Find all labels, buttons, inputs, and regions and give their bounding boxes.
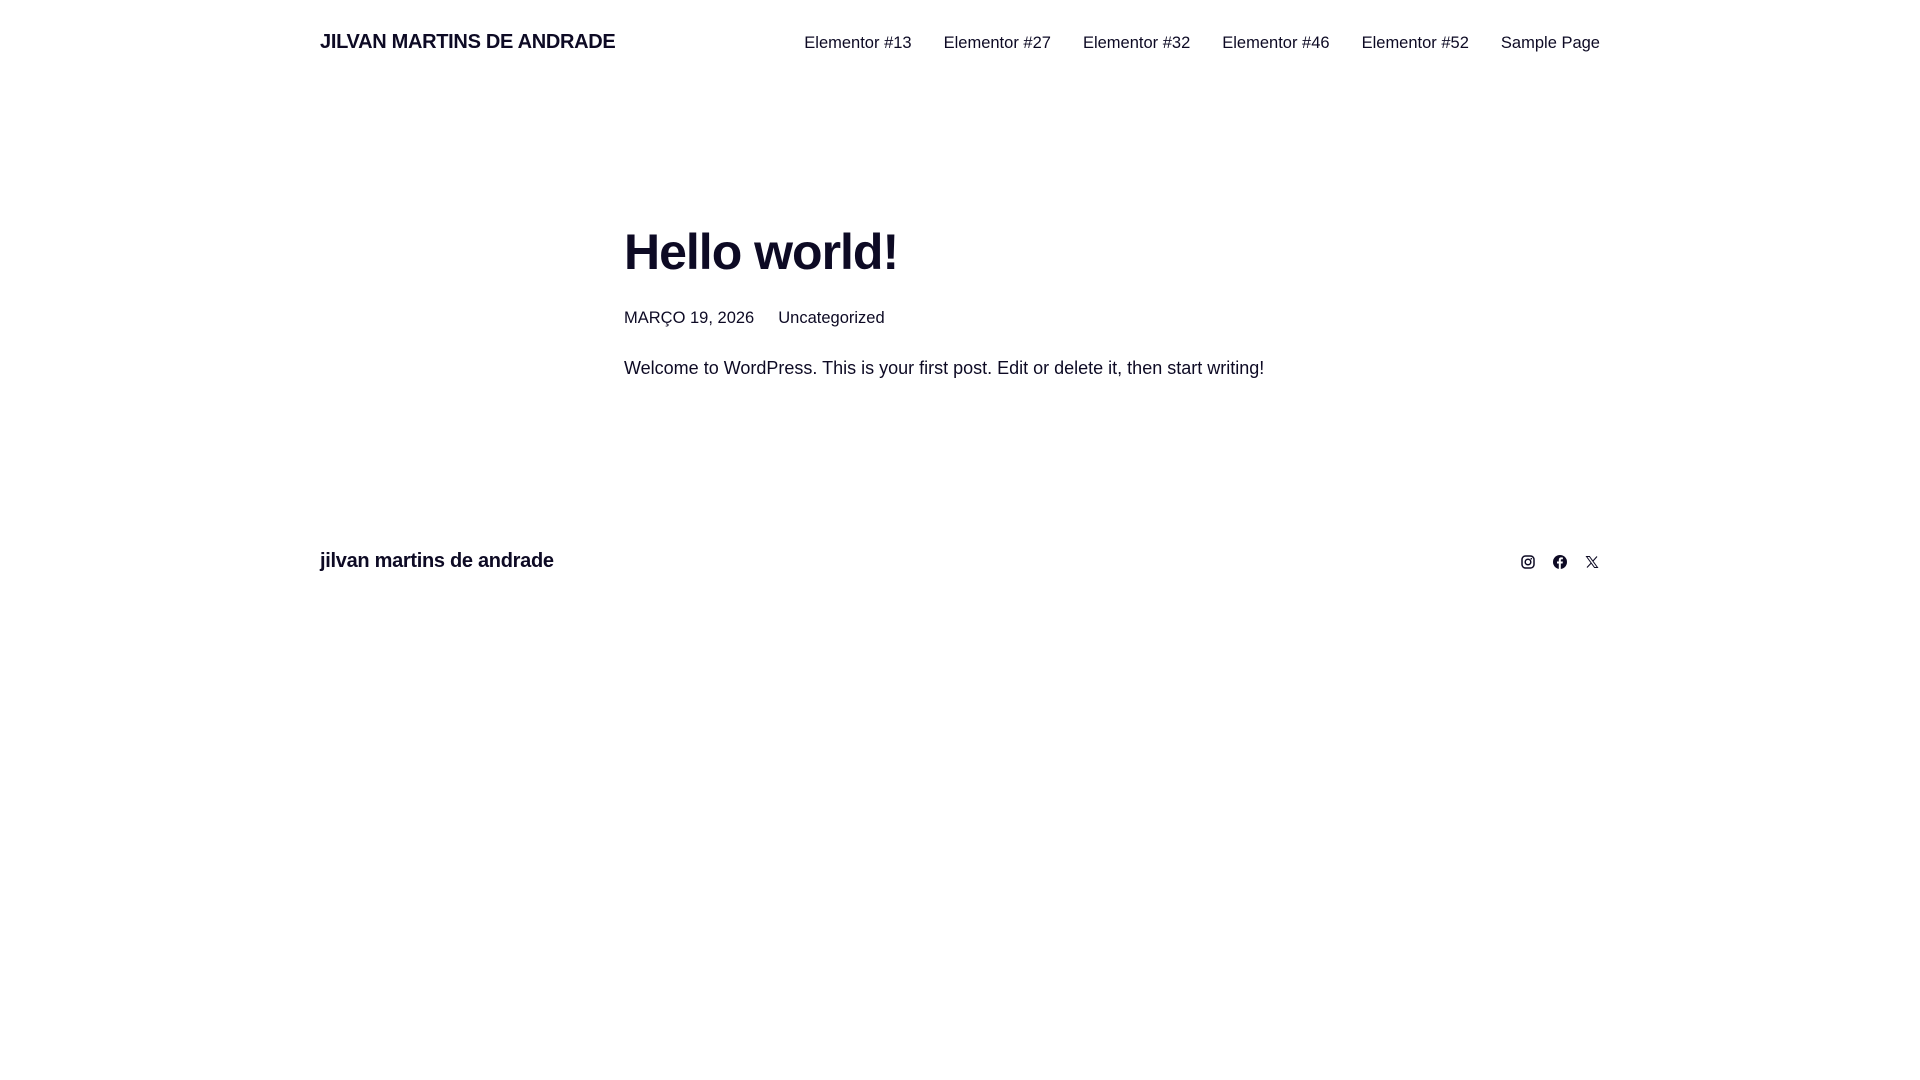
post-title: Hello world! [624,224,899,280]
primary-nav: Elementor #13 Elementor #27 Elementor #3… [804,34,1600,53]
social-links [1520,554,1600,570]
instagram-icon[interactable] [1520,554,1536,570]
x-icon[interactable] [1584,554,1600,570]
nav-item-elementor-13[interactable]: Elementor #13 [804,34,911,53]
nav-item-elementor-32[interactable]: Elementor #32 [1083,34,1190,53]
post-category-link[interactable]: Uncategorized [778,309,884,328]
post-content: Welcome to WordPress. This is your first… [624,358,1265,378]
site-title[interactable]: JILVAN MARTINS DE ANDRADE [320,31,616,54]
post-meta: MARÇO 19, 2026 Uncategorized [624,309,1324,328]
post-date: MARÇO 19, 2026 [624,309,755,327]
post: Hello world! MARÇO 19, 2026 Uncategorize… [624,222,1324,397]
nav-item-elementor-27[interactable]: Elementor #27 [944,34,1051,53]
nav-item-sample-page[interactable]: Sample Page [1501,34,1600,53]
nav-item-elementor-52[interactable]: Elementor #52 [1362,34,1469,53]
facebook-icon[interactable] [1552,554,1568,570]
footer-site-title[interactable]: jilvan martins de andrade [320,550,554,573]
nav-item-elementor-46[interactable]: Elementor #46 [1222,34,1329,53]
